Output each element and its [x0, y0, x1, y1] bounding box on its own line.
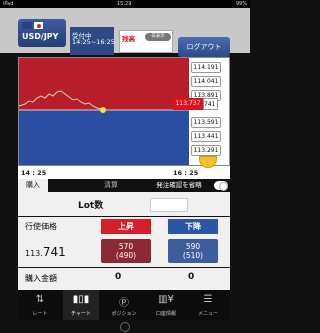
strike-price-prefix: 113. [25, 249, 43, 258]
nav-label: ポジション [111, 311, 137, 317]
down-price-button[interactable]: 590 (510) [168, 239, 218, 263]
axis-tick: 113.291 [191, 145, 221, 156]
up-price-button[interactable]: 570 (490) [101, 239, 151, 263]
axis-tick: 114.191 [191, 62, 221, 73]
balance-label: 残高 [122, 35, 135, 43]
nav-position[interactable]: Ⓟ ポジション [106, 290, 142, 320]
strike-price: 113.741 [25, 245, 66, 259]
axis-tick: 114.041 [191, 76, 221, 87]
price-chart[interactable]: 114.191 114.041 113.891 113.591 113.441 … [18, 57, 230, 166]
down-label: 下降 [168, 219, 218, 234]
down-price: 590 [185, 242, 201, 251]
status-battery: 99% [235, 1, 247, 7]
nav-account[interactable]: ▥¥ 口座情報 [148, 290, 184, 320]
candlestick-icon: ▮▯▮ [72, 294, 90, 305]
lot-input[interactable] [150, 198, 188, 212]
balance-toggle[interactable]: 非表示 [145, 33, 171, 41]
skip-confirm-switch[interactable] [214, 181, 228, 191]
strike-price-label: 行使価格 [25, 222, 57, 231]
chart-down-area [19, 110, 189, 165]
chart-up-area [19, 58, 189, 110]
p-circle-icon: Ⓟ [119, 298, 129, 309]
currency-pair-selector[interactable]: USD/JPY [18, 19, 66, 47]
us-flag-icon [22, 22, 32, 29]
balance-box: 残高 非表示 [119, 30, 173, 53]
nav-rate[interactable]: ⇅ レート [22, 290, 58, 320]
divider [18, 216, 230, 217]
status-bar: iPad 15:29 99% [0, 0, 250, 8]
status-time: 15:29 [117, 1, 132, 7]
nav-menu[interactable]: ☰ メニュー [190, 290, 226, 320]
nav-label: レート [32, 311, 48, 317]
time-start: 14 : 25 [21, 169, 47, 177]
home-button[interactable] [120, 322, 130, 332]
order-tabs: 購入 清算 発注確認を省略 [18, 179, 230, 192]
header: USD/JPY 受付中 14:25~16:25 残高 非表示 ログアウト [0, 8, 250, 57]
amount-up: 0 [115, 272, 122, 282]
skip-confirm-label: 発注確認を省略 [156, 181, 202, 189]
lot-label: Lot数 [78, 201, 104, 211]
hours-range: 14:25~16:25 [72, 38, 115, 46]
current-price-tag: 113.737 [173, 98, 203, 110]
axis-tick: 113.441 [191, 131, 221, 142]
strike-price-suffix: 741 [42, 245, 66, 259]
axis-tick: 113.591 [191, 117, 221, 128]
bar-chart-icon: ▥¥ [158, 294, 174, 305]
logout-button[interactable]: ログアウト [178, 37, 230, 57]
current-price-tail: 741 [203, 98, 218, 110]
nav-label: 口座情報 [155, 311, 176, 317]
chart-plot [19, 58, 189, 165]
tab-buy[interactable]: 購入 [18, 179, 48, 192]
current-price-dot [100, 107, 106, 113]
time-end: 16 : 25 [173, 169, 199, 177]
trading-hours: 受付中 14:25~16:25 [70, 27, 115, 55]
menu-icon: ☰ [203, 294, 213, 305]
amount-label: 購入金額 [25, 274, 57, 283]
up-price-sub: (490) [115, 251, 137, 260]
currency-pair-name: USD/JPY [22, 32, 59, 41]
up-label: 上昇 [101, 219, 151, 234]
down-price-sub: (510) [182, 251, 204, 260]
jp-flag-icon [34, 22, 43, 29]
divider [18, 267, 230, 268]
up-price: 570 [118, 242, 134, 251]
nav-label: メニュー [197, 311, 218, 317]
price-axis: 114.191 114.041 113.891 113.591 113.441 … [189, 58, 229, 165]
arrows-icon: ⇅ [35, 294, 45, 305]
time-axis: 14 : 25 16 : 25 [18, 166, 230, 179]
order-panel: Lot数 行使価格 上昇 下降 113.741 570 (490) 590 (5… [18, 192, 230, 290]
nav-label: チャート [71, 311, 91, 317]
nav-chart[interactable]: ▮▯▮ チャート [63, 290, 99, 320]
tab-settle[interactable]: 清算 [96, 179, 126, 192]
status-device: iPad [3, 1, 14, 7]
bottom-nav: ⇅ レート ▮▯▮ チャート Ⓟ ポジション ▥¥ 口座情報 ☰ メニュー [18, 290, 230, 320]
amount-down: 0 [188, 272, 195, 282]
